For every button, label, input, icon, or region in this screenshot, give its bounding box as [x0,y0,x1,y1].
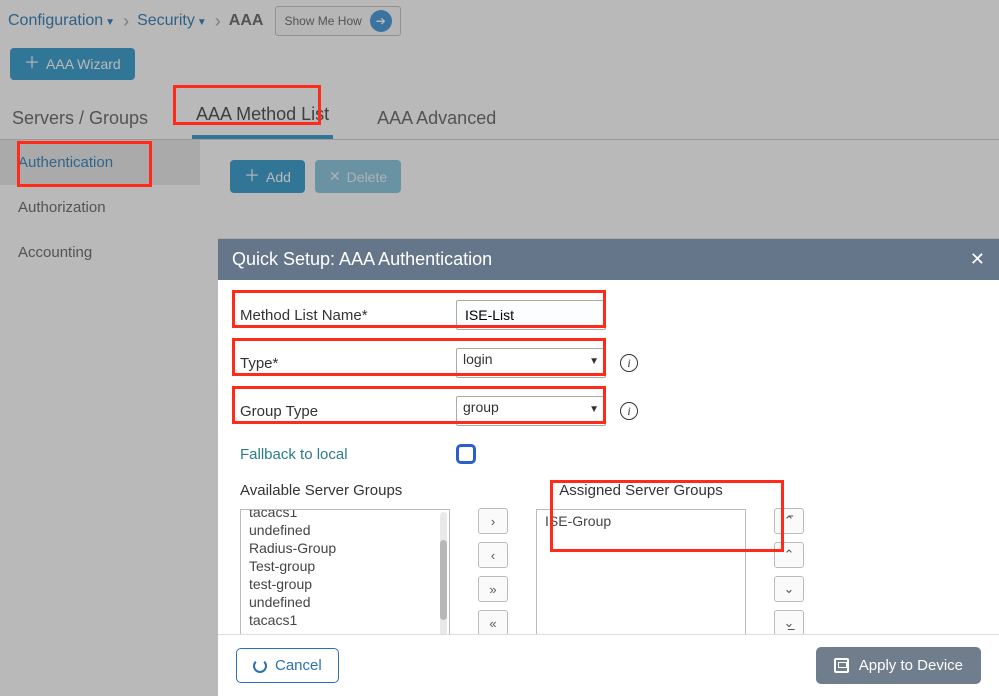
apply-label: Apply to Device [859,657,963,674]
move-all-right-button[interactable]: » [478,576,508,602]
delete-label: Delete [347,169,387,185]
available-groups-list[interactable]: tacacs1 undefined Radius-Group Test-grou… [240,509,450,634]
breadcrumb-security[interactable]: Security▼ [137,12,207,30]
available-groups-title: Available Server Groups [240,482,450,499]
fallback-label: Fallback to local [240,446,456,463]
list-item[interactable]: ISE-Group [545,512,745,530]
list-item[interactable]: Test-group [249,557,449,575]
method-list-name-label: Method List Name* [240,307,456,324]
aaa-wizard-button[interactable]: ＋ AAA Wizard [10,48,135,80]
group-type-value: group [463,399,499,415]
assigned-groups-title: Assigned Server Groups [536,482,746,499]
breadcrumb-configuration[interactable]: Configuration▼ [8,12,115,30]
move-up-button[interactable]: ⌃ [774,542,804,568]
x-icon: ✕ [329,168,341,185]
move-top-button[interactable]: ⌃̄ [774,508,804,534]
list-item[interactable]: tacacs1 [249,611,449,629]
sidebar-item-authentication[interactable]: Authentication [0,140,200,185]
modal-title: Quick Setup: AAA Authentication [232,249,492,270]
info-icon[interactable]: i [620,354,638,372]
modal-header: Quick Setup: AAA Authentication ✕ [218,239,999,280]
plus-icon: ＋ [24,57,40,71]
breadcrumb-sep: › [121,11,131,32]
list-item[interactable]: test-group [249,575,449,593]
type-select[interactable]: login ▼ [456,348,606,378]
tab-aaa-advanced[interactable]: AAA Advanced [373,98,500,139]
move-all-left-button[interactable]: « [478,610,508,634]
type-label: Type* [240,355,456,372]
dual-list-selector: Available Server Groups tacacs1 undefine… [240,482,977,634]
sidebar-item-authorization[interactable]: Authorization [0,185,200,230]
delete-button[interactable]: ✕ Delete [315,160,401,193]
sidebar: Authentication Authorization Accounting [0,140,200,696]
modal-footer: Cancel Apply to Device [218,634,999,696]
quick-setup-modal: Quick Setup: AAA Authentication ✕ Method… [218,238,999,696]
close-icon[interactable]: ✕ [970,249,985,270]
tab-servers-groups[interactable]: Servers / Groups [8,98,152,139]
chevron-down-icon: ▼ [589,356,599,367]
group-type-select[interactable]: group ▼ [456,396,606,426]
method-list-name-input[interactable] [456,300,606,330]
scrollbar-thumb[interactable] [440,540,447,620]
move-bottom-button[interactable]: ⌄̲ [774,610,804,634]
list-item[interactable]: undefined [249,521,449,539]
breadcrumb-sep: › [213,11,223,32]
assigned-groups-list[interactable]: ISE-Group [536,509,746,634]
add-label: Add [266,169,291,185]
type-value: login [463,351,493,367]
move-down-button[interactable]: ⌄ [774,576,804,602]
tab-bar: Servers / Groups AAA Method List AAA Adv… [0,94,999,140]
show-me-how-label: Show Me How [284,14,361,28]
fallback-checkbox[interactable] [456,444,476,464]
tab-aaa-method-list[interactable]: AAA Method List [192,94,333,139]
breadcrumb-aaa: AAA [229,12,264,30]
breadcrumb: Configuration▼ › Security▼ › AAA Show Me… [0,0,999,42]
group-type-label: Group Type [240,403,456,420]
plus-icon: ＋ [244,170,260,184]
show-me-how-button[interactable]: Show Me How ➔ [275,6,400,36]
move-right-button[interactable]: › [478,508,508,534]
info-icon[interactable]: i [620,402,638,420]
save-icon [834,658,849,673]
move-left-button[interactable]: ‹ [478,542,508,568]
add-button[interactable]: ＋ Add [230,160,305,193]
cancel-button[interactable]: Cancel [236,648,339,683]
arrow-right-icon: ➔ [370,10,392,32]
list-item[interactable]: Radius-Group [249,539,449,557]
cancel-label: Cancel [275,657,322,674]
list-item[interactable]: undefined [249,593,449,611]
list-item[interactable]: tacacs1 [249,509,449,521]
aaa-wizard-label: AAA Wizard [46,56,121,72]
undo-icon [253,659,267,673]
apply-to-device-button[interactable]: Apply to Device [816,647,981,684]
chevron-down-icon: ▼ [589,404,599,415]
sidebar-item-accounting[interactable]: Accounting [0,230,200,275]
